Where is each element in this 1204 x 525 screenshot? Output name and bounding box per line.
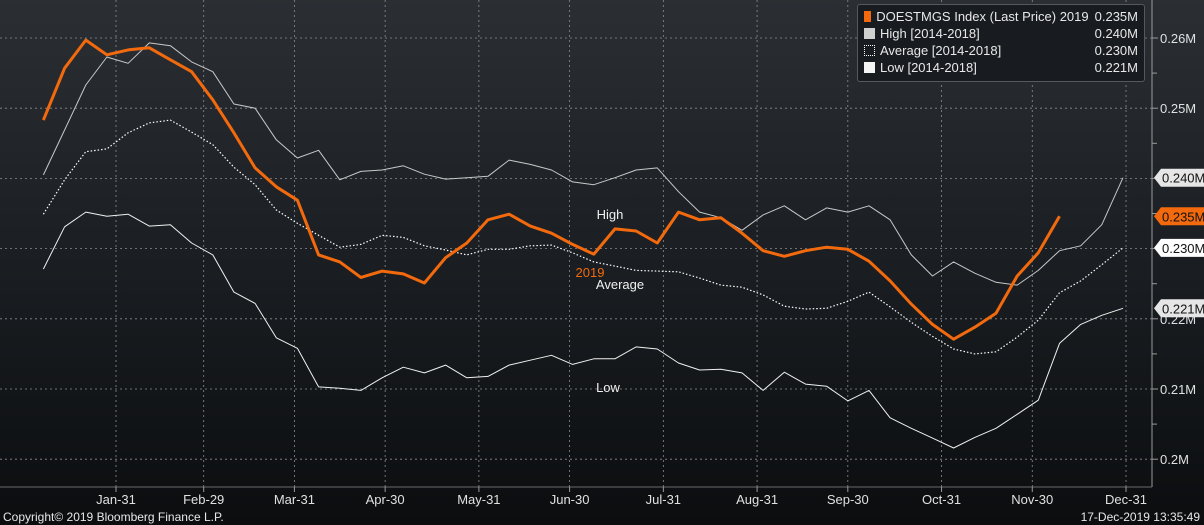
x-tick-label: Jul-31 <box>646 492 681 507</box>
legend-value: 0.235M <box>1094 9 1138 24</box>
series-label: High <box>597 207 624 222</box>
series-line-low <box>42 211 1124 449</box>
value-tag-label: 0.230M <box>1162 241 1204 256</box>
timestamp-text: 17-Dec-2019 13:35:49 <box>1080 510 1200 524</box>
x-tick-label: Jun-30 <box>550 492 590 507</box>
copyright-text: Copyright© 2019 Bloomberg Finance L.P. <box>3 510 224 524</box>
value-tag-label: 0.235M <box>1162 209 1204 224</box>
y-tick-label: 0.25M <box>1160 101 1196 116</box>
x-tick-label: Apr-30 <box>366 492 405 507</box>
x-tick-label: Mar-31 <box>274 492 315 507</box>
x-tick-label: Oct-31 <box>922 492 961 507</box>
x-tick-label: Nov-30 <box>1011 492 1053 507</box>
x-tick-label: Feb-29 <box>183 492 224 507</box>
legend-item-low: Low [2014-2018] 0.221M <box>858 59 1144 76</box>
legend-value: 0.240M <box>1094 26 1138 41</box>
value-tag-label: 0.240M <box>1162 171 1204 186</box>
legend-label: Average [2014-2018] <box>880 43 1002 58</box>
legend-label: DOESTMGS Index (Last Price) 2019 <box>876 9 1089 24</box>
series-label: 2019 <box>576 265 605 280</box>
legend: DOESTMGS Index (Last Price) 2019 0.235M H… <box>857 4 1145 82</box>
x-tick-label: Sep-30 <box>827 492 869 507</box>
legend-item-2019: DOESTMGS Index (Last Price) 2019 0.235M <box>858 8 1144 25</box>
legend-label: Low [2014-2018] <box>880 60 977 75</box>
y-tick-label: 0.2M <box>1160 452 1189 467</box>
y-tick-label: 0.26M <box>1160 31 1196 46</box>
chart-window: 0.26M0.25M0.24M0.23M0.22M0.21M0.2MJan-31… <box>0 0 1204 525</box>
legend-swatch <box>864 28 875 39</box>
x-tick-label: Jan-31 <box>96 492 136 507</box>
x-tick-label: Dec-31 <box>1105 492 1147 507</box>
legend-item-average: Average [2014-2018] 0.230M <box>858 42 1144 59</box>
legend-swatch <box>864 11 872 22</box>
legend-swatch <box>864 45 875 56</box>
legend-item-high: High [2014-2018] 0.240M <box>858 25 1144 42</box>
legend-value: 0.230M <box>1094 43 1138 58</box>
legend-label: High [2014-2018] <box>880 26 980 41</box>
x-tick-label: Aug-31 <box>736 492 778 507</box>
legend-swatch <box>864 62 875 73</box>
y-tick-label: 0.21M <box>1160 382 1196 397</box>
legend-value: 0.221M <box>1094 60 1138 75</box>
x-tick-label: May-31 <box>457 492 500 507</box>
series-label: Low <box>596 380 620 395</box>
series-line-2019 <box>42 38 1061 341</box>
value-tag-label: 0.221M <box>1162 301 1204 316</box>
